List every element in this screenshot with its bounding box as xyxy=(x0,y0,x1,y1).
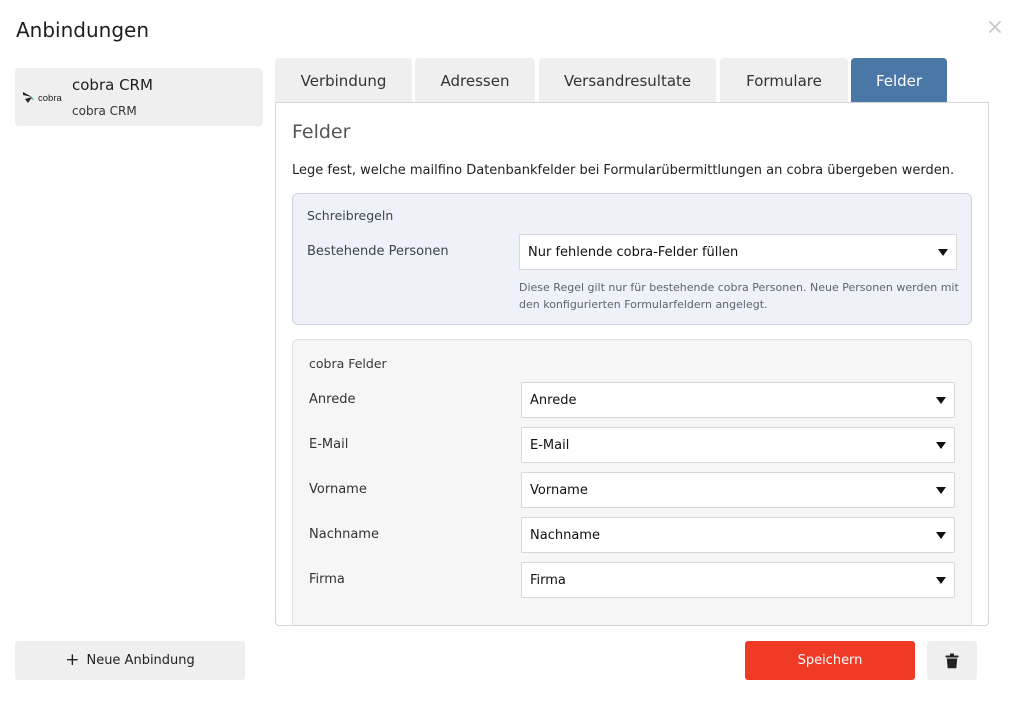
logo-text: cobra xyxy=(38,93,62,104)
select-value: E-Mail xyxy=(530,438,570,453)
panel-title: Felder xyxy=(292,121,351,143)
new-connection-button[interactable]: + Neue Anbindung xyxy=(15,641,245,680)
felder-panel: Felder Lege fest, welche mailfino Datenb… xyxy=(275,102,989,626)
sidebar-item-cobra-crm[interactable]: cobra cobra CRM cobra CRM xyxy=(15,68,263,126)
caret-down-icon xyxy=(936,487,946,494)
caret-down-icon xyxy=(936,397,946,404)
existing-persons-select[interactable]: Nur fehlende cobra-Felder füllen xyxy=(519,234,957,270)
field-select-nachname[interactable]: Nachname xyxy=(521,517,955,553)
tab-felder[interactable]: Felder xyxy=(851,58,947,103)
select-value: Nur fehlende cobra-Felder füllen xyxy=(528,245,739,260)
caret-down-icon xyxy=(936,577,946,584)
dialog: Anbindungen cobra cobra CRM cobra CRM Ve… xyxy=(0,0,1022,710)
dialog-title: Anbindungen xyxy=(16,18,150,42)
plus-icon: + xyxy=(65,650,80,670)
new-connection-label: Neue Anbindung xyxy=(86,653,195,668)
caret-down-icon xyxy=(936,532,946,539)
tab-adressen[interactable]: Adressen xyxy=(415,58,535,103)
close-button[interactable] xyxy=(986,18,1004,36)
write-rules-box: Schreibregeln Bestehende Personen Nur fe… xyxy=(292,193,972,325)
tab-verbindung[interactable]: Verbindung xyxy=(275,58,412,103)
existing-persons-label: Bestehende Personen xyxy=(307,244,449,259)
delete-button[interactable] xyxy=(927,641,977,680)
field-select-email[interactable]: E-Mail xyxy=(521,427,955,463)
close-icon xyxy=(989,21,1001,33)
cobra-logo: cobra xyxy=(23,92,62,104)
write-rules-title: Schreibregeln xyxy=(307,208,394,223)
save-button[interactable]: Speichern xyxy=(745,641,915,680)
field-label-nachname: Nachname xyxy=(309,527,379,542)
sidebar-item-name: cobra CRM xyxy=(72,76,153,94)
field-select-vorname[interactable]: Vorname xyxy=(521,472,955,508)
field-select-firma[interactable]: Firma xyxy=(521,562,955,598)
sidebar-item-subtitle: cobra CRM xyxy=(72,104,137,118)
select-value: Firma xyxy=(530,573,566,588)
field-label-vorname: Vorname xyxy=(309,482,367,497)
tab-versandresultate[interactable]: Versandresultate xyxy=(539,58,716,103)
cobra-fields-title: cobra Felder xyxy=(309,356,387,371)
select-value: Nachname xyxy=(530,528,600,543)
select-value: Anrede xyxy=(530,393,577,408)
tab-formulare[interactable]: Formulare xyxy=(720,58,848,103)
field-label-anrede: Anrede xyxy=(309,392,356,407)
cobra-fields-box: cobra Felder Anrede Anrede E-Mail E-Mail… xyxy=(292,339,972,625)
select-value: Vorname xyxy=(530,483,588,498)
field-select-anrede[interactable]: Anrede xyxy=(521,382,955,418)
field-label-firma: Firma xyxy=(309,572,345,587)
caret-down-icon xyxy=(938,249,948,256)
write-rules-hint: Diese Regel gilt nur für bestehende cobr… xyxy=(519,281,959,311)
trash-icon xyxy=(945,653,959,668)
caret-down-icon xyxy=(936,442,946,449)
field-label-email: E-Mail xyxy=(309,437,349,452)
panel-description: Lege fest, welche mailfino Datenbankfeld… xyxy=(292,163,955,178)
